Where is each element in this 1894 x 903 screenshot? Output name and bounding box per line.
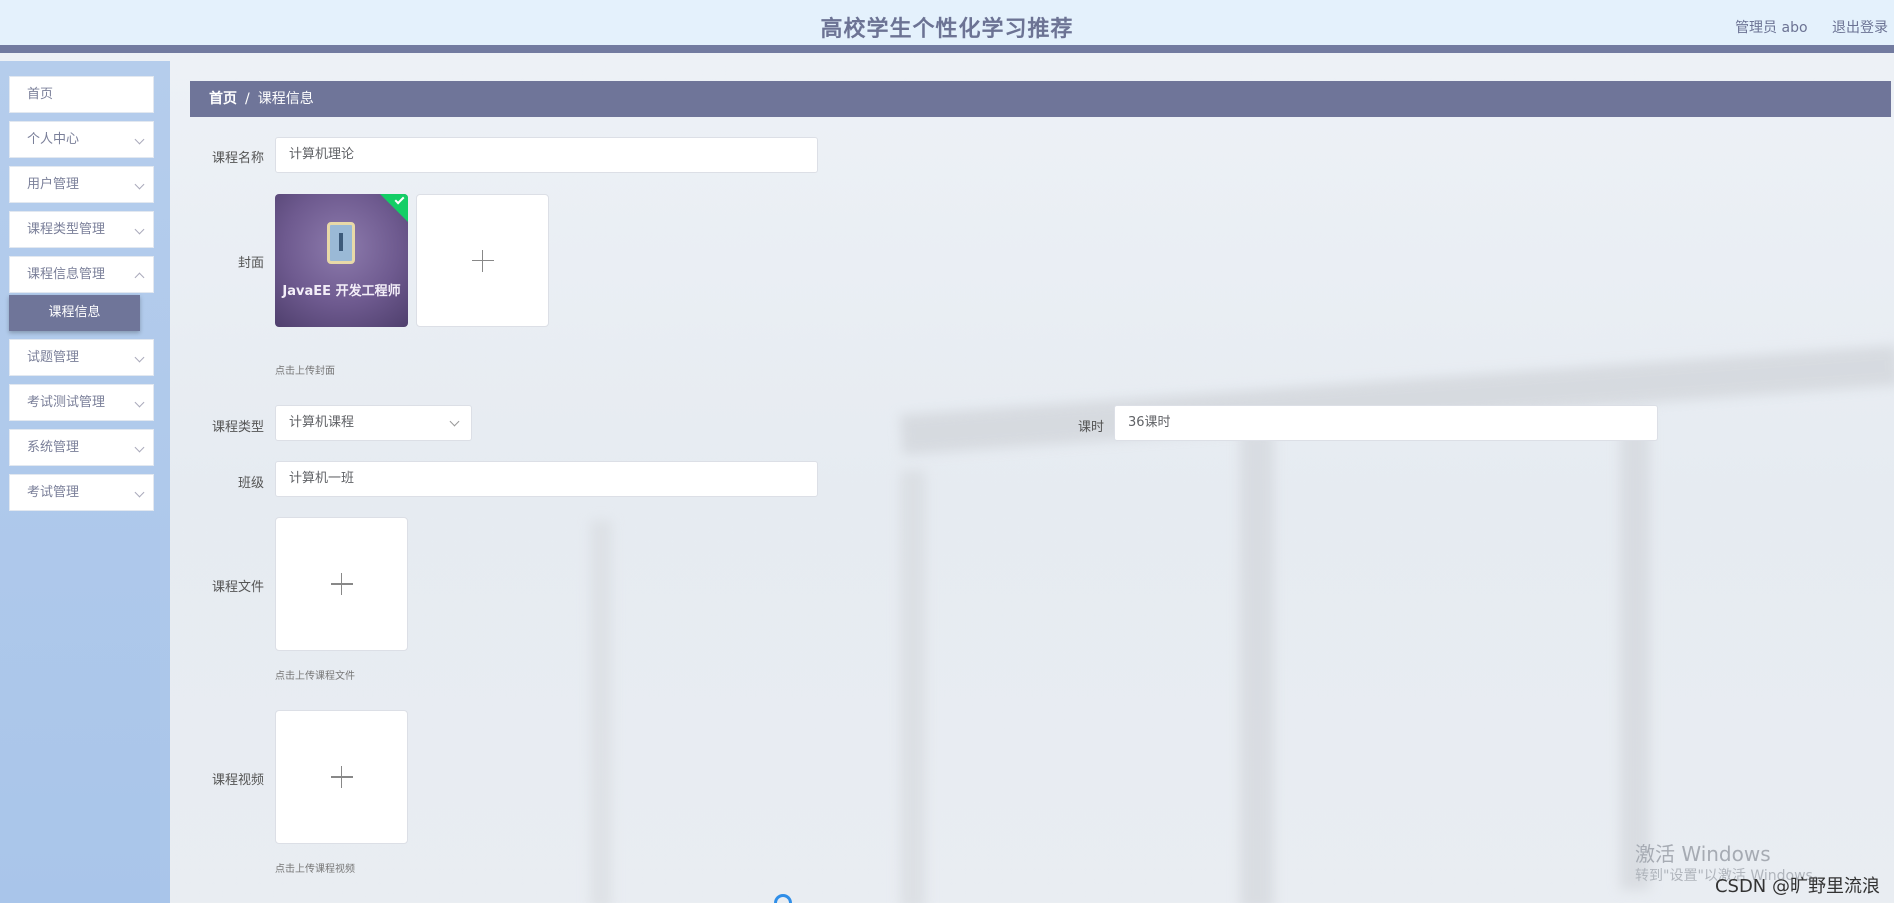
chevron-up-icon bbox=[134, 272, 145, 283]
breadcrumb: 首页 / 课程信息 bbox=[190, 81, 1891, 117]
sidebar-item-personal-center[interactable]: 个人中心 bbox=[9, 121, 154, 158]
course-file-upload-button[interactable] bbox=[275, 517, 408, 651]
sidebar-item-label: 用户管理 bbox=[27, 177, 80, 192]
plus-icon bbox=[330, 766, 353, 788]
cover-upload-button[interactable] bbox=[416, 194, 549, 327]
sidebar-item-label: 课程信息管理 bbox=[27, 267, 106, 282]
cover-label: 封面 bbox=[237, 256, 264, 271]
plus-icon bbox=[471, 249, 494, 272]
sidebar-item-label: 系统管理 bbox=[27, 440, 80, 455]
course-video-upload-button[interactable] bbox=[275, 710, 408, 844]
sidebar-item-user-management[interactable]: 用户管理 bbox=[9, 166, 154, 203]
sidebar-item-system-management[interactable]: 系统管理 bbox=[9, 429, 154, 466]
cover-image[interactable]: JavaEE 开发工程师 bbox=[275, 194, 408, 327]
chevron-down-icon bbox=[134, 487, 145, 498]
activate-windows-watermark: 激活 Windows bbox=[1635, 842, 1771, 866]
background-shape bbox=[1240, 430, 1274, 903]
background-shape bbox=[1620, 410, 1650, 890]
course-name-label: 课程名称 bbox=[211, 151, 264, 166]
top-header: 高校学生个性化学习推荐 管理员 abo 退出登录 bbox=[0, 0, 1894, 53]
hours-label: 课时 bbox=[1077, 420, 1104, 435]
sidebar-item-exam-test-management[interactable]: 考试测试管理 bbox=[9, 384, 154, 421]
chevron-down-icon bbox=[134, 352, 145, 363]
sidebar-item-label: 首页 bbox=[27, 87, 54, 102]
chevron-down-icon bbox=[449, 416, 460, 427]
course-file-label: 课程文件 bbox=[211, 580, 264, 595]
course-video-label: 课程视频 bbox=[211, 773, 264, 788]
java-logo-icon bbox=[327, 222, 355, 264]
current-user[interactable]: 管理员 abo bbox=[1735, 20, 1807, 36]
background-shape bbox=[590, 520, 612, 903]
loading-spinner-icon bbox=[774, 894, 792, 903]
logout-button[interactable]: 退出登录 bbox=[1832, 20, 1888, 36]
chevron-down-icon bbox=[134, 442, 145, 453]
class-label: 班级 bbox=[237, 476, 264, 491]
sidebar-item-home[interactable]: 首页 bbox=[9, 76, 154, 113]
sidebar-item-exam-management[interactable]: 考试管理 bbox=[9, 474, 154, 511]
course-video-upload-hint: 点击上传课程视频 bbox=[275, 864, 355, 875]
course-type-label: 课程类型 bbox=[211, 420, 264, 435]
chevron-down-icon bbox=[134, 179, 145, 190]
breadcrumb-home[interactable]: 首页 bbox=[209, 91, 237, 107]
sidebar-item-course-info-management[interactable]: 课程信息管理 bbox=[9, 256, 154, 293]
course-type-value: 计算机课程 bbox=[289, 415, 355, 430]
chevron-down-icon bbox=[134, 224, 145, 235]
class-input[interactable]: 计算机一班 bbox=[275, 461, 818, 497]
course-file-upload-hint: 点击上传课程文件 bbox=[275, 671, 355, 682]
course-name-input[interactable]: 计算机理论 bbox=[275, 137, 818, 173]
hours-input[interactable]: 36课时 bbox=[1114, 405, 1658, 441]
chevron-down-icon bbox=[134, 134, 145, 145]
cover-image-text: JavaEE 开发工程师 bbox=[282, 284, 401, 299]
sidebar-item-label: 个人中心 bbox=[27, 132, 80, 147]
breadcrumb-separator: / bbox=[245, 91, 250, 107]
user-area: 管理员 abo 退出登录 bbox=[1715, 17, 1888, 37]
sidebar-item-question-management[interactable]: 试题管理 bbox=[9, 339, 154, 376]
cover-upload-hint: 点击上传封面 bbox=[275, 366, 335, 377]
sidebar-item-label: 考试测试管理 bbox=[27, 395, 106, 410]
csdn-watermark: CSDN @旷野里流浪 bbox=[1714, 876, 1880, 897]
sidebar-item-label: 考试管理 bbox=[27, 485, 80, 500]
chevron-down-icon bbox=[134, 397, 145, 408]
sidebar-item-course-type-management[interactable]: 课程类型管理 bbox=[9, 211, 154, 248]
sidebar-item-label: 试题管理 bbox=[27, 350, 80, 365]
course-type-select[interactable]: 计算机课程 bbox=[275, 405, 472, 441]
site-title: 高校学生个性化学习推荐 bbox=[820, 17, 1074, 42]
background-shape bbox=[900, 470, 926, 903]
sidebar-subitem-course-info[interactable]: 课程信息 bbox=[9, 295, 140, 331]
sidebar-item-label: 课程类型管理 bbox=[27, 222, 106, 237]
plus-icon bbox=[330, 573, 353, 595]
breadcrumb-current: 课程信息 bbox=[257, 91, 314, 107]
